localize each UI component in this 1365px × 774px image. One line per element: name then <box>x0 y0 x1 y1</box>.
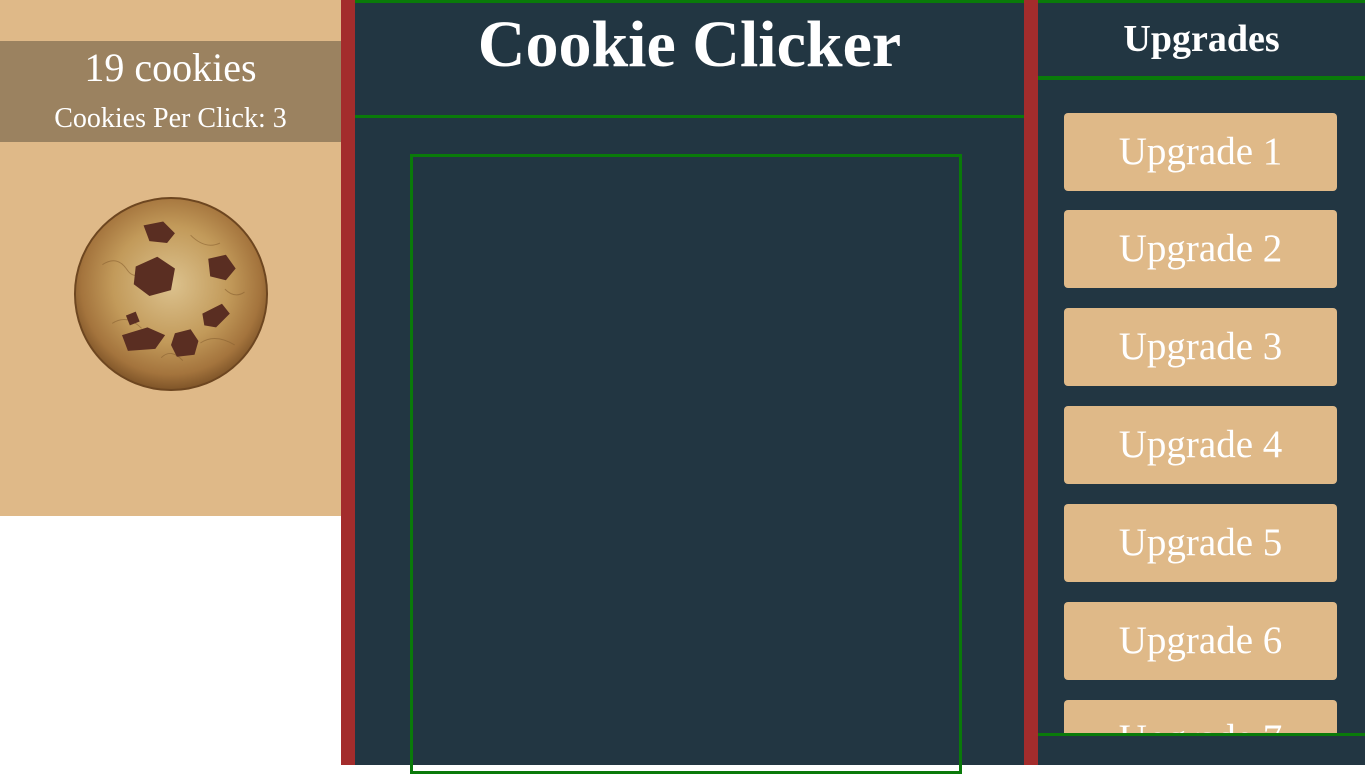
stats-panel: 19 cookies Cookies Per Click: 3 <box>0 0 341 516</box>
cookies-per-click: Cookies Per Click: 3 <box>54 103 287 134</box>
right-divider <box>1024 0 1038 765</box>
upgrade-3-button[interactable]: Upgrade 3 <box>1064 308 1337 386</box>
cookie-count: 19 cookies <box>84 45 257 90</box>
upgrade-6-button[interactable]: Upgrade 6 <box>1064 602 1337 680</box>
big-cookie-icon[interactable] <box>73 196 269 392</box>
page-title: Cookie Clicker <box>477 8 902 81</box>
upgrade-2-button[interactable]: Upgrade 2 <box>1064 210 1337 288</box>
main-panel: Cookie Clicker <box>355 0 1024 774</box>
upgrade-5-button[interactable]: Upgrade 5 <box>1064 504 1337 582</box>
upgrades-footer <box>1038 733 1365 765</box>
upgrades-panel: Upgrades Upgrade 1 Upgrade 2 Upgrade 3 U… <box>1038 0 1365 765</box>
cookie-counter-box: 19 cookies Cookies Per Click: 3 <box>0 41 341 142</box>
left-divider <box>341 0 355 765</box>
upgrade-7-button[interactable]: Upgrade 7 <box>1064 700 1337 733</box>
buildings-area <box>410 154 962 774</box>
title-header: Cookie Clicker <box>355 0 1024 118</box>
upgrades-header: Upgrades <box>1038 0 1365 80</box>
upgrade-1-button[interactable]: Upgrade 1 <box>1064 113 1337 191</box>
upgrades-title: Upgrades <box>1123 18 1280 60</box>
upgrade-list[interactable]: Upgrade 1 Upgrade 2 Upgrade 3 Upgrade 4 … <box>1038 80 1365 733</box>
upgrade-4-button[interactable]: Upgrade 4 <box>1064 406 1337 484</box>
